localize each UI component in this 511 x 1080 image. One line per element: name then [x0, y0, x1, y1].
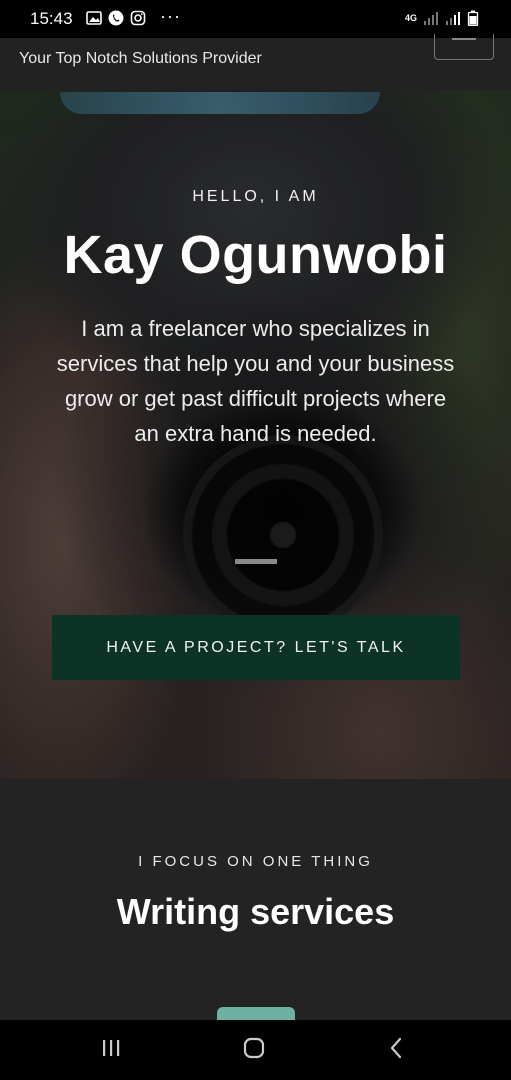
menu-toggle-button[interactable]: [434, 34, 494, 60]
more-notifications-icon: ···: [160, 6, 181, 26]
status-time: 15:43: [30, 9, 73, 28]
status-bar: 15:43 ··· 4G: [0, 0, 511, 38]
hero-description: I am a freelancer who specializes in ser…: [56, 316, 455, 446]
site-header: Your Top Notch Solutions Provider: [0, 34, 511, 90]
recent-apps-button[interactable]: [96, 1036, 126, 1064]
hero-divider: [235, 559, 277, 564]
battery-icon: [467, 10, 483, 27]
home-icon: [242, 1036, 266, 1065]
back-icon: [387, 1037, 407, 1064]
hero-greeting: HELLO, I AM: [192, 188, 319, 205]
contact-cta-button[interactable]: HAVE A PROJECT? LET'S TALK: [52, 615, 460, 680]
recent-apps-icon: [100, 1038, 122, 1063]
back-button[interactable]: [382, 1036, 412, 1064]
focus-title: Writing services: [116, 891, 395, 932]
phone-icon: [108, 10, 124, 26]
gallery-icon: [86, 10, 102, 26]
signal-icon: [423, 10, 439, 26]
hero-section: HELLO, I AM Kay Ogunwobi I am a freelanc…: [0, 90, 511, 779]
instagram-icon: [130, 10, 146, 26]
focus-section: I FOCUS ON ONE THING Writing services: [0, 779, 511, 1021]
hero-name: Kay Ogunwobi: [63, 225, 448, 285]
notification-icons: [86, 10, 146, 26]
system-status-icons: 4G: [404, 10, 483, 27]
network-type-label: 4G: [404, 13, 417, 23]
focus-kicker: I FOCUS ON ONE THING: [138, 853, 373, 870]
signal-icon: [445, 10, 461, 26]
site-tagline[interactable]: Your Top Notch Solutions Provider: [19, 50, 262, 68]
home-button[interactable]: [239, 1036, 269, 1064]
hamburger-menu-icon: [452, 38, 476, 40]
section-accent-tab: [217, 1007, 295, 1021]
system-nav-bar: [0, 1020, 511, 1080]
